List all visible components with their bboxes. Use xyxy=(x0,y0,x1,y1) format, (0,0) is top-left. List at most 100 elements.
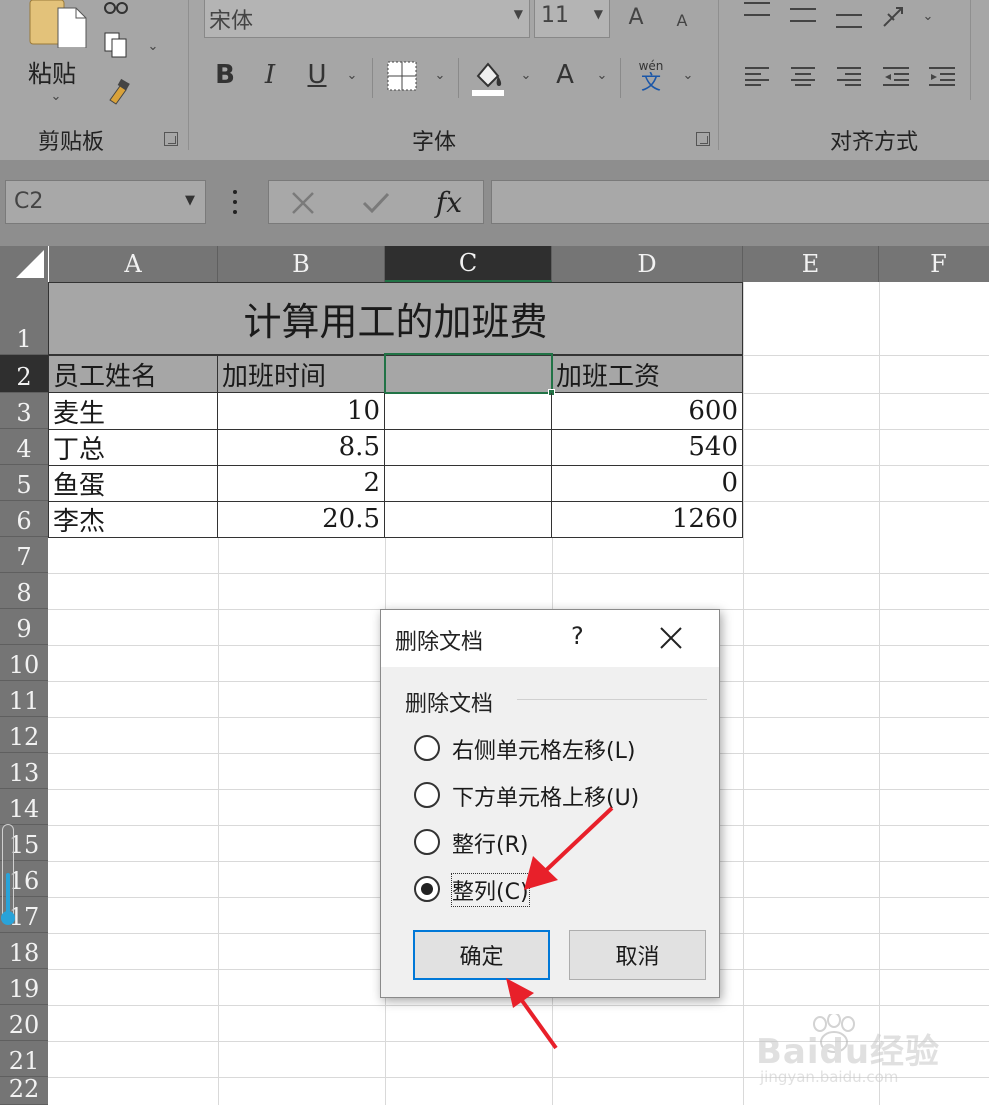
confirm-check-icon[interactable] xyxy=(361,189,391,217)
row-header-3[interactable]: 3 xyxy=(0,393,48,429)
row-header-9[interactable]: 9 xyxy=(0,609,48,645)
decrease-indent-icon[interactable] xyxy=(882,66,910,86)
row-header-2[interactable]: 2 xyxy=(0,355,48,393)
row-header-8[interactable]: 8 xyxy=(0,573,48,609)
border-dropdown-icon[interactable]: ⌄ xyxy=(432,66,448,84)
orientation-icon[interactable] xyxy=(880,2,910,30)
orientation-dropdown-icon[interactable]: ⌄ xyxy=(920,8,936,24)
formula-bar-grip-icon[interactable] xyxy=(232,190,238,214)
cut-icon[interactable] xyxy=(102,0,130,16)
shrink-font-icon[interactable]: A xyxy=(674,10,690,30)
column-header-b[interactable]: B xyxy=(218,246,385,282)
data-cell-name[interactable]: 麦生 xyxy=(48,393,218,430)
row-header-4[interactable]: 4 xyxy=(0,429,48,465)
align-center-icon[interactable] xyxy=(790,66,816,86)
row-header-19[interactable]: 19 xyxy=(0,969,48,1005)
align-left-icon[interactable] xyxy=(744,66,770,86)
zoom-slider[interactable] xyxy=(1,824,15,925)
font-name-dropdown-icon[interactable]: ▼ xyxy=(514,7,523,21)
copy-icon[interactable] xyxy=(102,30,130,60)
option-entire-row-label[interactable]: 整行(R) xyxy=(452,827,528,859)
row-header-18[interactable]: 18 xyxy=(0,933,48,969)
data-cell-empty[interactable] xyxy=(384,465,552,502)
data-cell-hours[interactable]: 8.5 xyxy=(217,429,385,466)
option-entire-column-label[interactable]: 整列(C) xyxy=(451,873,530,907)
cancel-x-icon[interactable] xyxy=(289,189,317,217)
row-header-6[interactable]: 6 xyxy=(0,501,48,537)
data-cell-empty[interactable] xyxy=(384,501,552,538)
paste-icon[interactable] xyxy=(28,0,88,48)
row-header-21[interactable]: 21 xyxy=(0,1041,48,1077)
zoom-slider-thumb[interactable] xyxy=(1,911,15,925)
row-header-14[interactable]: 14 xyxy=(0,789,48,825)
name-box-dropdown-icon[interactable]: ▼ xyxy=(185,193,195,208)
dialog-title-bar[interactable]: 删除文档 ? xyxy=(381,610,719,667)
header-cell-a2[interactable]: 员工姓名 xyxy=(48,355,218,393)
header-cell-b2[interactable]: 加班时间 xyxy=(217,355,385,393)
close-icon[interactable] xyxy=(659,626,683,650)
phonetic-dropdown-icon[interactable]: ⌄ xyxy=(680,66,696,84)
paste-button-label[interactable]: 粘贴 xyxy=(28,54,76,89)
fx-icon[interactable]: fx xyxy=(431,185,467,219)
fill-color-dropdown-icon[interactable]: ⌄ xyxy=(518,66,534,84)
grow-font-icon[interactable]: A xyxy=(626,4,646,30)
column-header-c[interactable]: C xyxy=(385,246,552,282)
underline-button[interactable]: U xyxy=(302,60,332,90)
fill-color-icon[interactable] xyxy=(470,58,506,98)
font-size-combobox[interactable]: 11 ▼ xyxy=(534,0,610,38)
formula-input[interactable] xyxy=(491,180,989,224)
column-header-e[interactable]: E xyxy=(743,246,879,282)
option-shift-up-label[interactable]: 下方单元格上移(U) xyxy=(452,780,639,812)
column-header-d[interactable]: D xyxy=(552,246,743,282)
row-header-10[interactable]: 10 xyxy=(0,645,48,681)
row-header-5[interactable]: 5 xyxy=(0,465,48,501)
italic-button[interactable]: I xyxy=(256,60,284,90)
bold-button[interactable]: B xyxy=(210,60,240,90)
font-launcher-icon[interactable] xyxy=(696,132,710,146)
font-name-combobox[interactable]: 宋体 ▼ xyxy=(204,0,530,38)
row-header-22[interactable]: 22 xyxy=(0,1075,48,1105)
font-size-dropdown-icon[interactable]: ▼ xyxy=(594,7,603,21)
data-cell-pay[interactable]: 540 xyxy=(551,429,743,466)
cancel-button[interactable]: 取消 xyxy=(569,930,706,980)
data-cell-empty[interactable] xyxy=(384,429,552,466)
align-middle-icon[interactable] xyxy=(790,8,816,22)
select-all-icon[interactable] xyxy=(0,246,48,282)
clipboard-launcher-icon[interactable] xyxy=(164,132,178,146)
increase-indent-icon[interactable] xyxy=(928,66,956,86)
align-bottom-icon[interactable] xyxy=(836,14,862,28)
data-cell-hours[interactable]: 2 xyxy=(217,465,385,502)
format-painter-icon[interactable] xyxy=(104,78,132,106)
data-cell-pay[interactable]: 600 xyxy=(551,393,743,430)
paste-dropdown-icon[interactable]: ⌄ xyxy=(48,88,64,104)
align-top-icon[interactable] xyxy=(744,2,770,16)
align-right-icon[interactable] xyxy=(836,66,862,86)
row-header-7[interactable]: 7 xyxy=(0,537,48,573)
radio-entire-column[interactable] xyxy=(414,876,440,902)
data-cell-name[interactable]: 丁总 xyxy=(48,429,218,466)
underline-dropdown-icon[interactable]: ⌄ xyxy=(344,66,360,84)
data-cell-name[interactable]: 鱼蛋 xyxy=(48,465,218,502)
border-icon[interactable] xyxy=(386,60,418,92)
radio-shift-left[interactable] xyxy=(414,735,440,761)
row-header-20[interactable]: 20 xyxy=(0,1005,48,1041)
row-header-11[interactable]: 11 xyxy=(0,681,48,717)
phonetic-icon[interactable]: wén 文 xyxy=(636,60,666,94)
ok-button[interactable]: 确定 xyxy=(413,930,550,980)
column-header-f[interactable]: F xyxy=(879,246,989,282)
title-cell[interactable]: 计算用工的加班费 xyxy=(48,282,743,355)
data-cell-hours[interactable]: 20.5 xyxy=(217,501,385,538)
font-color-icon[interactable]: A xyxy=(550,60,580,90)
header-cell-d2[interactable]: 加班工资 xyxy=(551,355,743,393)
column-header-a[interactable]: A xyxy=(49,246,218,282)
data-cell-pay[interactable]: 0 xyxy=(551,465,743,502)
copy-dropdown-icon[interactable]: ⌄ xyxy=(145,38,161,54)
row-header-13[interactable]: 13 xyxy=(0,753,48,789)
data-cell-empty[interactable] xyxy=(384,393,552,430)
data-cell-name[interactable]: 李杰 xyxy=(48,501,218,538)
row-header-12[interactable]: 12 xyxy=(0,717,48,753)
data-cell-pay[interactable]: 1260 xyxy=(551,501,743,538)
radio-entire-row[interactable] xyxy=(414,829,440,855)
row-header-1[interactable]: 1 xyxy=(0,282,48,355)
font-color-dropdown-icon[interactable]: ⌄ xyxy=(594,66,610,84)
